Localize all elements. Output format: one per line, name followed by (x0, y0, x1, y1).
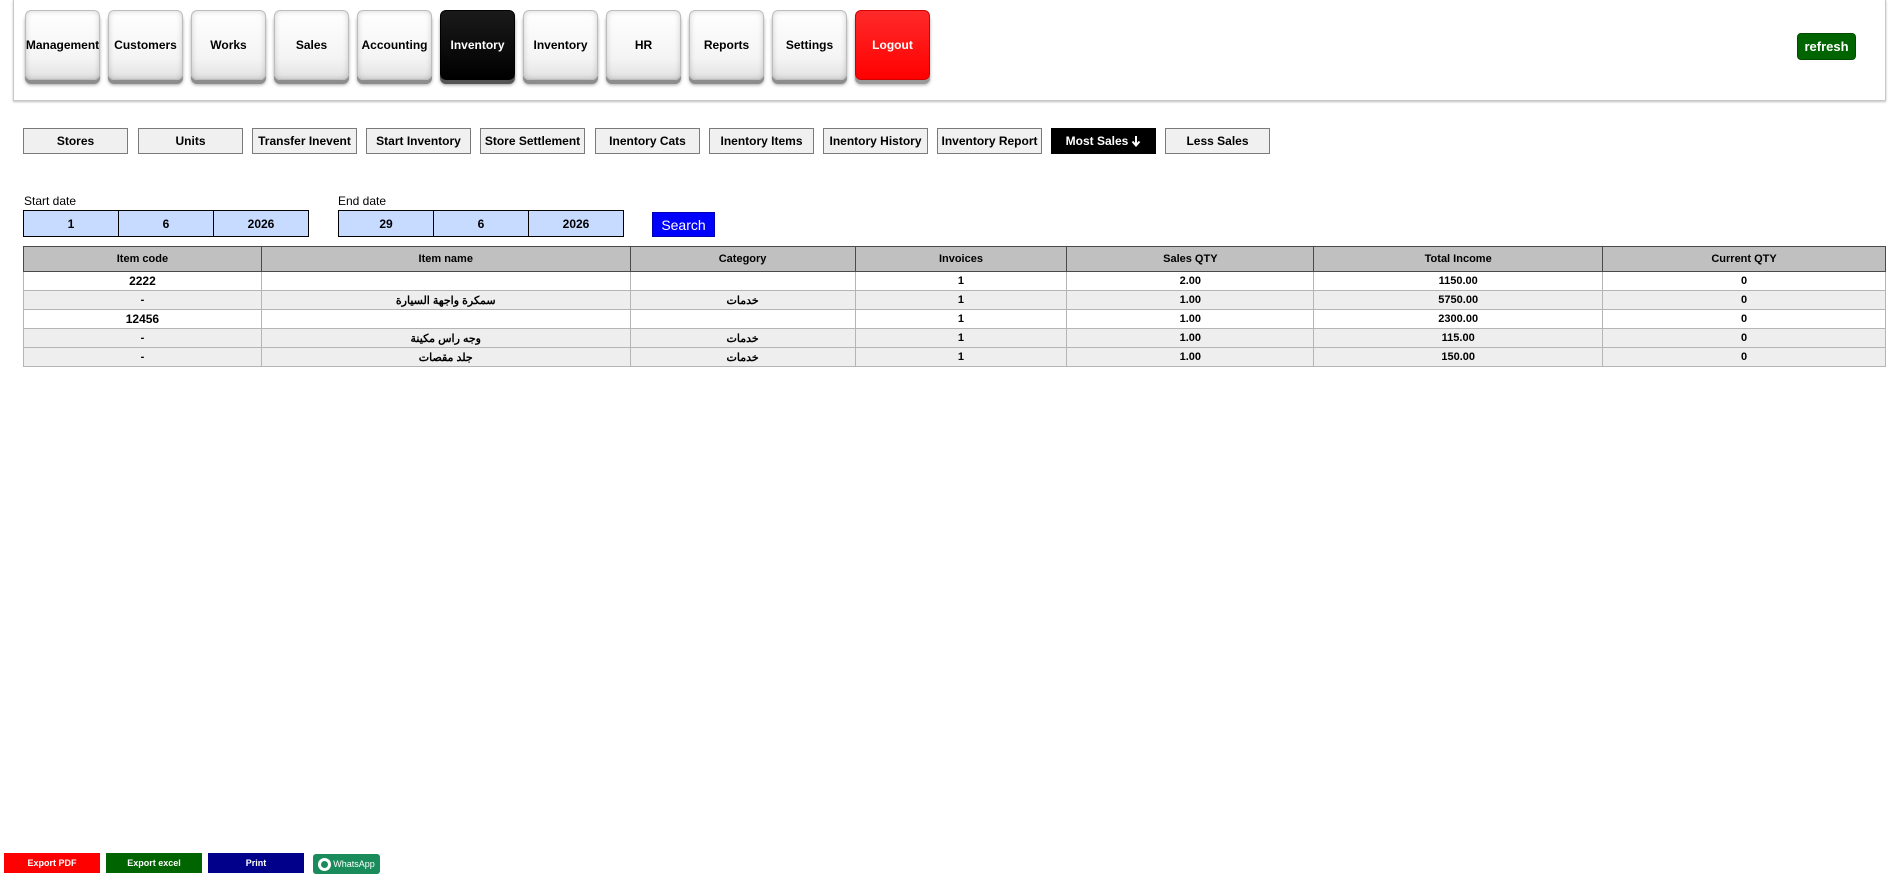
subnav-inventory-history-button[interactable]: Inentory History (823, 128, 928, 154)
subnav-inventory-cats-button[interactable]: Inentory Cats (595, 128, 700, 154)
top-navigation-bar: Management Customers Works Sales Account… (13, 0, 1886, 101)
cell-category (629, 271, 856, 291)
refresh-button[interactable]: refresh (1797, 33, 1856, 60)
cell-current-qty: 0 (1602, 347, 1886, 367)
logout-button[interactable]: Logout (855, 10, 930, 80)
cell-total-income: 5750.00 (1313, 290, 1604, 310)
cell-invoices: 1 (854, 347, 1068, 367)
cell-item-code: - (23, 290, 262, 310)
arrow-down-icon (1132, 136, 1141, 147)
header-invoices[interactable]: Invoices (854, 246, 1068, 272)
header-sales-qty[interactable]: Sales QTY (1066, 246, 1315, 272)
header-category[interactable]: Category (629, 246, 856, 272)
cell-current-qty: 0 (1602, 290, 1886, 310)
cell-category: خدمات (629, 290, 856, 310)
cell-total-income: 150.00 (1313, 347, 1604, 367)
cell-invoices: 1 (854, 328, 1068, 348)
end-date-label: End date (338, 194, 387, 208)
header-item-code[interactable]: Item code (23, 246, 262, 272)
cell-item-name: جلد مقصات (260, 347, 631, 367)
cell-invoices: 1 (854, 309, 1068, 329)
header-item-name[interactable]: Item name (260, 246, 631, 272)
end-date-group (338, 210, 624, 237)
subnav-most-sales-button[interactable]: Most Sales (1051, 128, 1156, 154)
end-day-input[interactable] (338, 210, 434, 237)
whatsapp-label: WhatsApp (333, 859, 375, 869)
subnav-start-inventory-button[interactable]: Start Inventory (366, 128, 471, 154)
cell-item-name: سمكرة واجهة السيارة (260, 290, 631, 310)
cell-total-income: 1150.00 (1313, 271, 1604, 291)
cell-total-income: 115.00 (1313, 328, 1604, 348)
table-row: 2222 1 2.00 1150.00 0 (23, 271, 1886, 291)
nav-sales-button[interactable]: Sales (274, 10, 349, 80)
end-month-input[interactable] (433, 210, 529, 237)
cell-invoices: 1 (854, 290, 1068, 310)
start-month-input[interactable] (118, 210, 214, 237)
table-row: - سمكرة واجهة السيارة خدمات 1 1.00 5750.… (23, 290, 1886, 310)
cell-sales-qty: 1.00 (1066, 290, 1315, 310)
nav-reports-button[interactable]: Reports (689, 10, 764, 80)
subnav-stores-button[interactable]: Stores (23, 128, 128, 154)
cell-total-income: 2300.00 (1313, 309, 1604, 329)
cell-item-code: - (23, 347, 262, 367)
nav-settings-button[interactable]: Settings (772, 10, 847, 80)
whatsapp-button[interactable]: WhatsApp (313, 854, 380, 874)
subnav-store-settlement-button[interactable]: Store Settlement (480, 128, 585, 154)
most-sales-label: Most Sales (1065, 134, 1129, 148)
subnav-inventory-report-button[interactable]: Inventory Report (937, 128, 1042, 154)
table-header-row: Item code Item name Category Invoices Sa… (23, 246, 1886, 272)
cell-sales-qty: 1.00 (1066, 309, 1315, 329)
nav-accounting-button[interactable]: Accounting (357, 10, 432, 80)
start-year-input[interactable] (213, 210, 309, 237)
nav-management-button[interactable]: Management (25, 10, 100, 80)
cell-item-code: - (23, 328, 262, 348)
sales-report-table: Item code Item name Category Invoices Sa… (23, 246, 1886, 367)
whatsapp-icon (318, 857, 332, 871)
cell-sales-qty: 2.00 (1066, 271, 1315, 291)
cell-item-code: 12456 (23, 309, 262, 329)
search-button[interactable]: Search (652, 212, 715, 237)
cell-current-qty: 0 (1602, 309, 1886, 329)
nav-inventory-button[interactable]: Inventory (523, 10, 598, 80)
cell-item-name (260, 271, 631, 291)
export-excel-button[interactable]: Export excel (106, 853, 202, 873)
start-date-group (23, 210, 309, 237)
subnav-inventory-items-button[interactable]: Inentory Items (709, 128, 814, 154)
cell-current-qty: 0 (1602, 271, 1886, 291)
cell-category: خدمات (629, 328, 856, 348)
cell-invoices: 1 (854, 271, 1068, 291)
header-total-income[interactable]: Total Income (1313, 246, 1604, 272)
cell-item-name: وجه راس مكينة (260, 328, 631, 348)
cell-category: خدمات (629, 347, 856, 367)
export-pdf-button[interactable]: Export PDF (4, 853, 100, 873)
cell-sales-qty: 1.00 (1066, 347, 1315, 367)
table-row: - وجه راس مكينة خدمات 1 1.00 115.00 0 (23, 328, 1886, 348)
subnav-transfer-inventory-button[interactable]: Transfer Inevent (252, 128, 357, 154)
table-row: 12456 1 1.00 2300.00 0 (23, 309, 1886, 329)
print-button[interactable]: Print (208, 853, 304, 873)
end-year-input[interactable] (528, 210, 624, 237)
start-day-input[interactable] (23, 210, 119, 237)
table-row: - جلد مقصات خدمات 1 1.00 150.00 0 (23, 347, 1886, 367)
subnav-less-sales-button[interactable]: Less Sales (1165, 128, 1270, 154)
cell-sales-qty: 1.00 (1066, 328, 1315, 348)
cell-item-code: 2222 (23, 271, 262, 291)
cell-item-name (260, 309, 631, 329)
start-date-label: Start date (24, 194, 77, 208)
nav-customers-button[interactable]: Customers (108, 10, 183, 80)
cell-category (629, 309, 856, 329)
cell-current-qty: 0 (1602, 328, 1886, 348)
nav-works-button[interactable]: Works (191, 10, 266, 80)
nav-inventory-button-active[interactable]: Inventory (440, 10, 515, 80)
subnav-units-button[interactable]: Units (138, 128, 243, 154)
header-current-qty[interactable]: Current QTY (1602, 246, 1886, 272)
nav-hr-button[interactable]: HR (606, 10, 681, 80)
